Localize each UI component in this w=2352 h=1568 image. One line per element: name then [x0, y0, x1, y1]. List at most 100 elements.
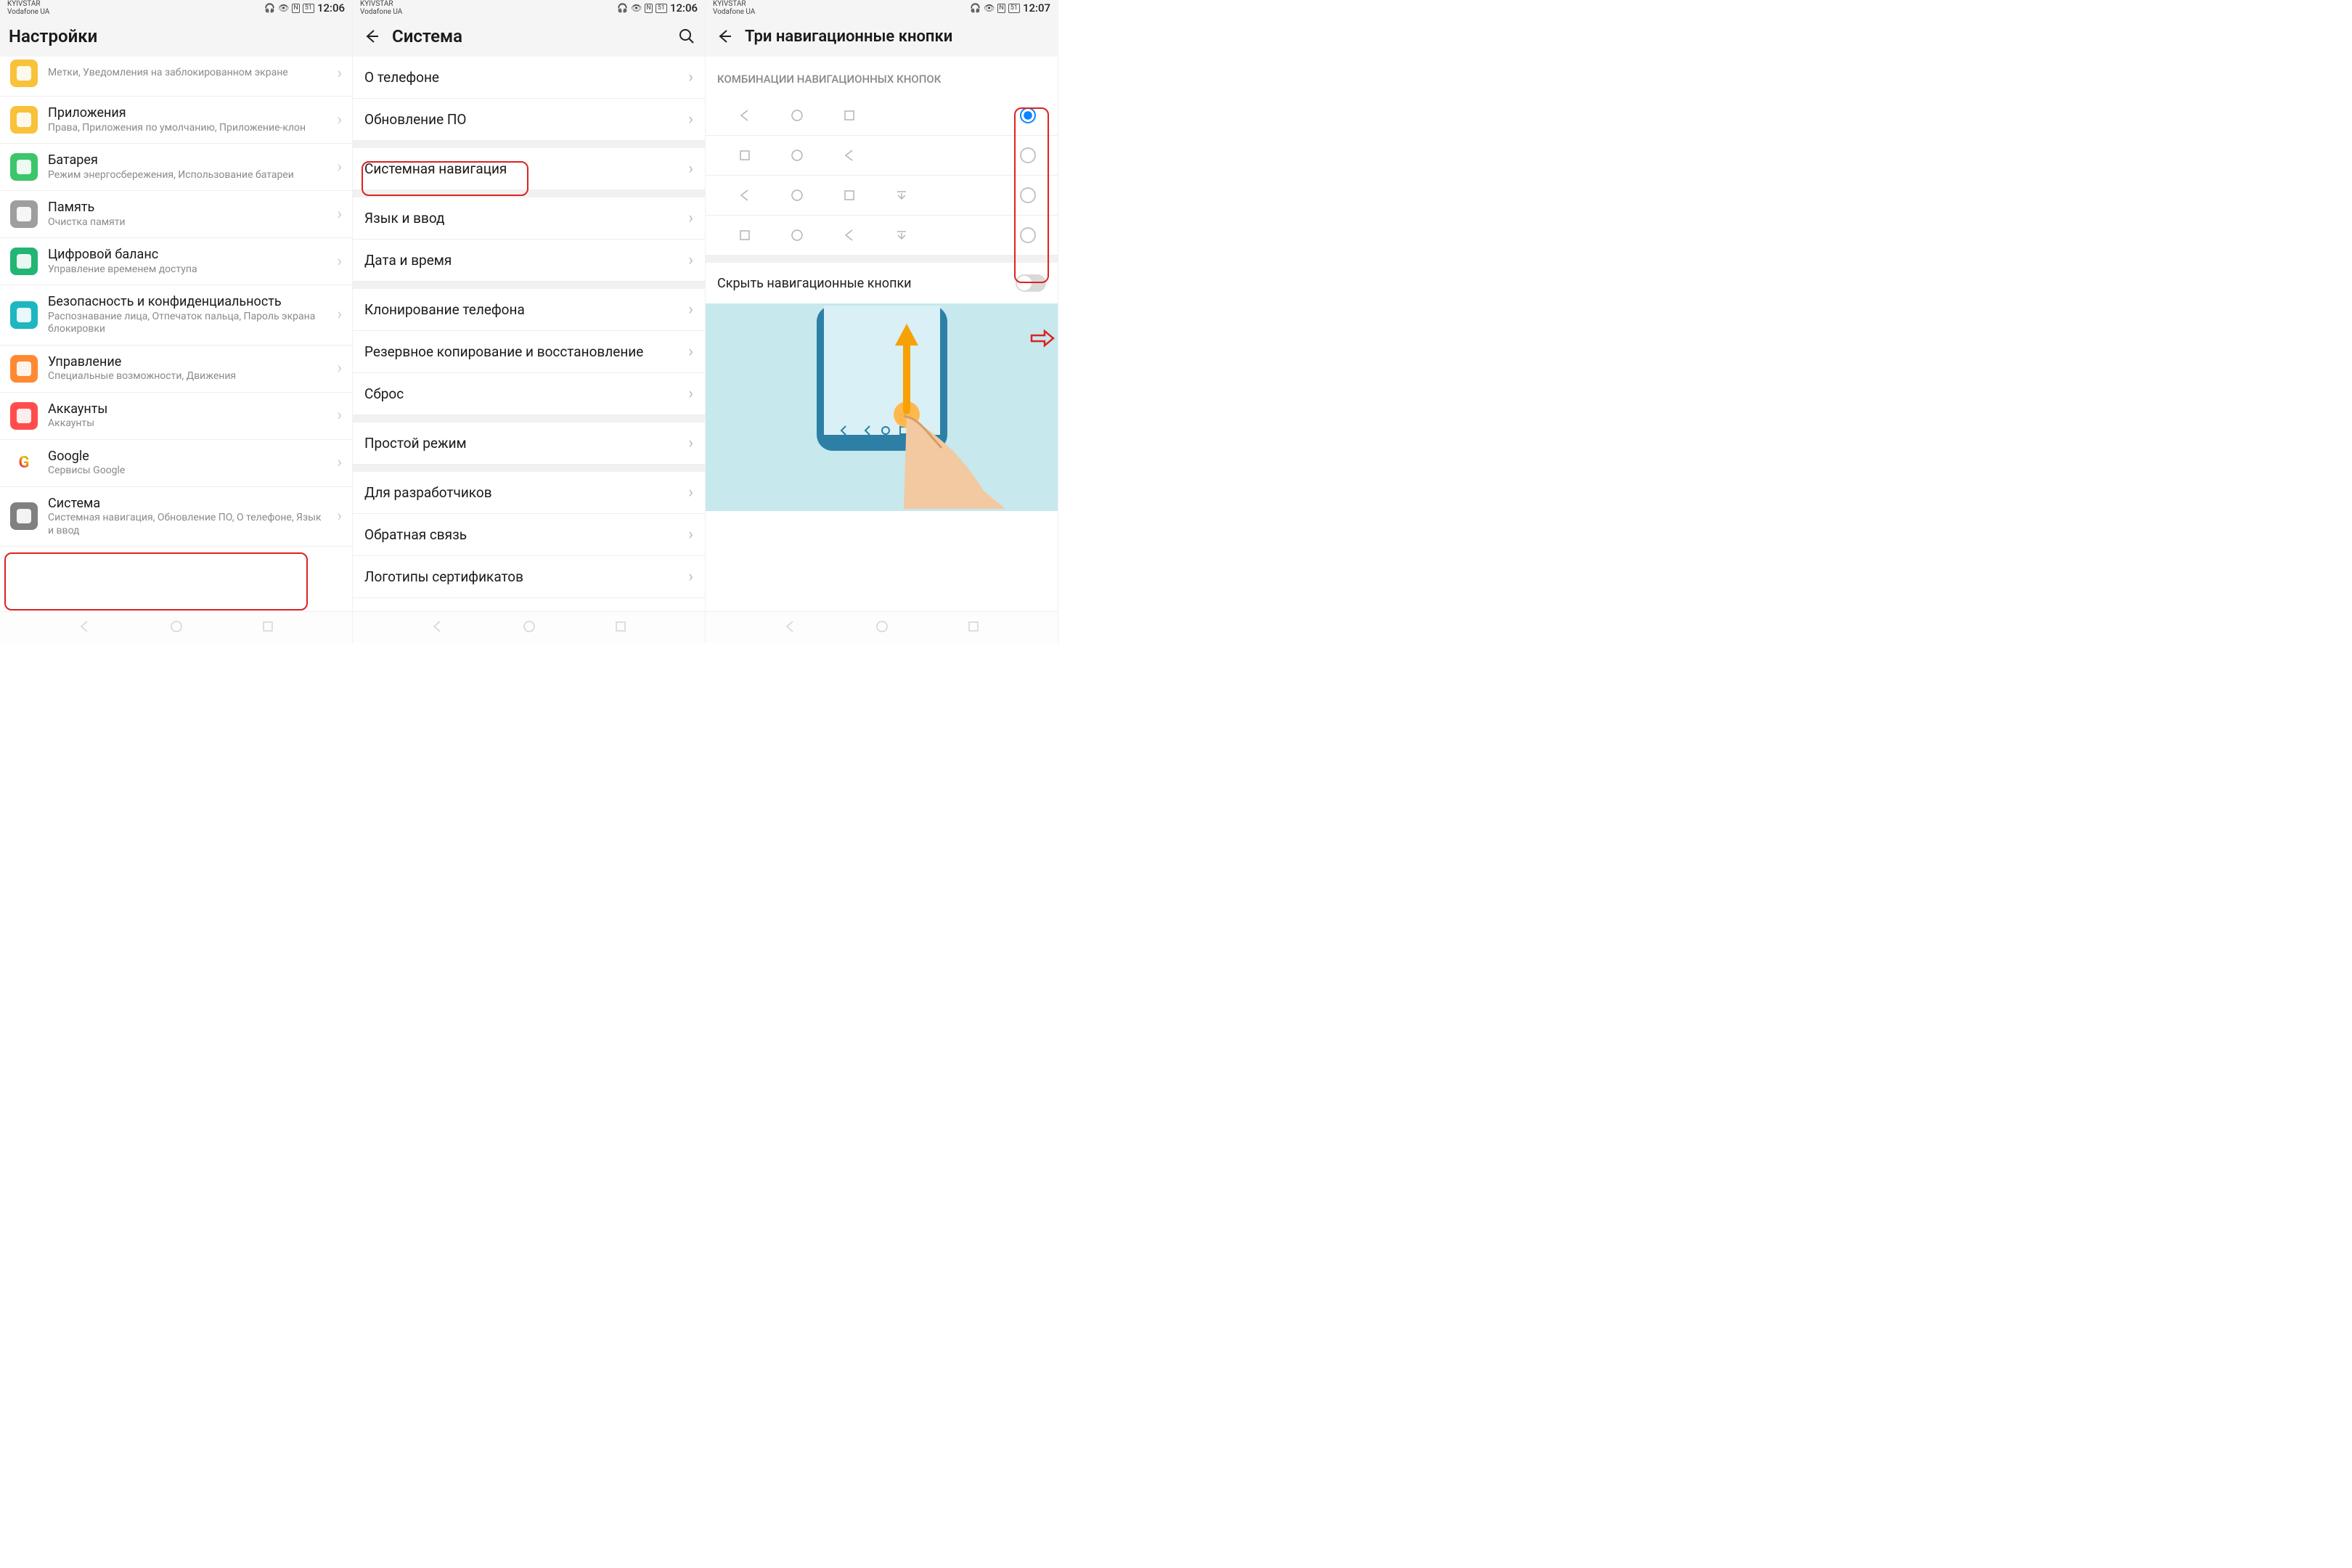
row-label: Метки, Уведомления на заблокированном эк…: [48, 67, 327, 80]
nav-recent-icon[interactable]: [613, 619, 628, 637]
carrier-1: KYIVSTAR: [360, 0, 402, 8]
red-arrow-icon: [1030, 328, 1055, 348]
radio-button[interactable]: [1020, 147, 1036, 163]
nav-back-icon[interactable]: [783, 619, 797, 637]
radio-button[interactable]: [1020, 187, 1036, 203]
chevron-right-icon: ›: [337, 111, 342, 129]
row-label: Приложения: [48, 105, 327, 122]
nav-combo-row[interactable]: [706, 216, 1058, 256]
chevron-right-icon: ›: [337, 158, 342, 176]
search-icon[interactable]: [677, 27, 696, 46]
row-sub: Аккаунты: [48, 417, 327, 430]
system-row[interactable]: Обратная связь›: [353, 514, 705, 556]
radio-button[interactable]: [1020, 107, 1036, 123]
chevron-right-icon: ›: [688, 434, 693, 452]
row-label: О телефоне: [364, 69, 688, 86]
nav-combo-row[interactable]: [706, 176, 1058, 216]
row-icon: [10, 106, 38, 134]
row-sub: Управление временем доступа: [48, 264, 327, 277]
system-row[interactable]: Клонирование телефона›: [353, 289, 705, 331]
settings-row[interactable]: БатареяРежим энергосбережения, Использов…: [0, 144, 352, 191]
nav-home-icon[interactable]: [169, 619, 184, 637]
screen-settings: KYIVSTAR Vodafone UA 🎧 👁 N 51 12:06 Наст…: [0, 0, 353, 643]
nav-back-icon[interactable]: [430, 619, 444, 637]
back-icon[interactable]: [362, 27, 380, 46]
system-row[interactable]: Язык и ввод›: [353, 197, 705, 240]
row-sub: Сервисы Google: [48, 465, 327, 478]
radio-button[interactable]: [1020, 227, 1036, 243]
settings-row[interactable]: СистемаСистемная навигация, Обновление П…: [0, 487, 352, 547]
settings-row[interactable]: Метки, Уведомления на заблокированном эк…: [0, 57, 352, 97]
chevron-right-icon: ›: [337, 253, 342, 271]
system-row[interactable]: Дата и время›: [353, 240, 705, 282]
chevron-right-icon: ›: [337, 407, 342, 425]
recent-icon: [719, 149, 771, 162]
carrier-2: Vodafone UA: [7, 8, 49, 16]
system-row[interactable]: Сброс›: [353, 373, 705, 415]
system-row[interactable]: Резервное копирование и восстановление›: [353, 331, 705, 373]
clock: 12:07: [1023, 4, 1050, 12]
battery-icon: 51: [303, 4, 314, 13]
nav-bar: [706, 611, 1058, 643]
status-bar: KYIVSTAR Vodafone UA 🎧 👁 N 51 12:06: [353, 0, 705, 16]
settings-row[interactable]: ПриложенияПрава, Приложения по умолчанию…: [0, 97, 352, 144]
system-row[interactable]: Логотипы сертификатов›: [353, 556, 705, 598]
chevron-right-icon: ›: [688, 160, 693, 178]
back-icon: [719, 109, 771, 122]
row-label: Управление: [48, 354, 327, 371]
dropdown-icon: [875, 189, 928, 202]
page-title: Три навигационные кнопки: [745, 28, 1049, 46]
home-icon: [771, 149, 823, 162]
system-row[interactable]: Обновление ПО›: [353, 99, 705, 141]
carrier-2: Vodafone UA: [360, 8, 402, 16]
nav-recent-icon[interactable]: [261, 619, 275, 637]
chevron-right-icon: ›: [337, 306, 342, 324]
settings-row[interactable]: Цифровой балансУправление временем досту…: [0, 238, 352, 285]
row-label: Обновление ПО: [364, 111, 688, 128]
settings-row[interactable]: ПамятьОчистка памяти›: [0, 191, 352, 238]
nfc-icon: N: [645, 4, 652, 13]
nav-combo-row[interactable]: [706, 96, 1058, 136]
system-row[interactable]: Для разработчиков›: [353, 472, 705, 514]
row-label: Аккаунты: [48, 401, 327, 418]
settings-row[interactable]: Безопасность и конфиденциальностьРаспозн…: [0, 285, 352, 346]
nav-home-icon[interactable]: [875, 619, 889, 637]
settings-row[interactable]: УправлениеСпециальные возможности, Движе…: [0, 346, 352, 393]
row-label: Дата и время: [364, 252, 688, 269]
recent-icon: [823, 109, 875, 122]
header: Система: [353, 16, 705, 57]
back-icon[interactable]: [714, 27, 733, 46]
home-icon: [771, 189, 823, 202]
row-label: Системная навигация: [364, 160, 688, 177]
settings-row[interactable]: GGoogleСервисы Google›: [0, 440, 352, 487]
row-label: Цифровой баланс: [48, 247, 327, 264]
settings-row[interactable]: АккаунтыАккаунты ›: [0, 393, 352, 440]
headphones-icon: 🎧: [617, 4, 628, 12]
clock: 12:06: [670, 4, 698, 12]
row-icon: [10, 301, 38, 329]
row-label: Резервное копирование и восстановление: [364, 343, 688, 360]
nav-bar: [0, 611, 352, 643]
row-label: Язык и ввод: [364, 210, 688, 226]
row-icon: [10, 402, 38, 430]
nav-back-icon[interactable]: [77, 619, 91, 637]
toggle-switch[interactable]: [1016, 274, 1046, 292]
page-title: Настройки: [9, 26, 343, 46]
row-label: Батарея: [48, 152, 327, 169]
system-row[interactable]: Системная навигация›: [353, 148, 705, 190]
home-icon: [771, 229, 823, 242]
nav-combo-row[interactable]: [706, 136, 1058, 176]
chevron-right-icon: ›: [337, 65, 342, 83]
row-label: Клонирование телефона: [364, 301, 688, 318]
row-icon: [10, 248, 38, 275]
nav-recent-icon[interactable]: [966, 619, 981, 637]
headphones-icon: 🎧: [970, 4, 981, 12]
chevron-right-icon: ›: [337, 454, 342, 472]
system-row[interactable]: Простой режим›: [353, 422, 705, 465]
nav-home-icon[interactable]: [522, 619, 536, 637]
header: Три навигационные кнопки: [706, 16, 1058, 57]
battery-icon: 51: [1008, 4, 1020, 13]
system-row[interactable]: О телефоне›: [353, 57, 705, 99]
hide-nav-toggle-row[interactable]: Скрыть навигационные кнопки: [706, 263, 1058, 303]
row-sub: Системная навигация, Обновление ПО, О те…: [48, 512, 327, 537]
